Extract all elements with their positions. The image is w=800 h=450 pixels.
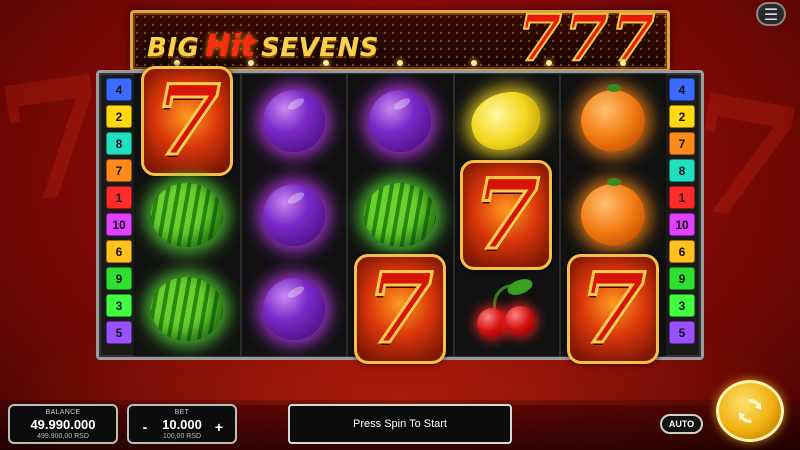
title-hit: Hit (205, 29, 256, 64)
payline-marker-right-4: 4 (669, 78, 695, 101)
payline-marker-left-6: 6 (106, 240, 132, 263)
spin-arrows-icon (738, 399, 762, 423)
status-message: Press Spin To Start (353, 418, 447, 430)
balance-panel: BALANCE 49.990.000 499.900,00 RSD (8, 404, 118, 444)
payline-marker-left-8: 8 (106, 132, 132, 155)
balance-value: 49.990.000 (30, 417, 96, 432)
menu-button[interactable]: ☰ (756, 2, 786, 26)
orange-symbol (580, 178, 645, 246)
reel-cell (560, 74, 666, 168)
lemon-symbol (465, 84, 548, 158)
title-sevens: SEVENS (261, 33, 379, 63)
melon-symbol (151, 183, 224, 247)
reel-cell (560, 168, 666, 262)
title-big: BIG (147, 33, 200, 63)
bet-increase-button[interactable]: + (211, 419, 227, 435)
payline-marker-right-9: 9 (669, 267, 695, 290)
payline-marker-left-4: 4 (106, 78, 132, 101)
reel-cell (134, 168, 240, 262)
hamburger-menu-icon: ☰ (763, 4, 779, 24)
reel-cell: 7 (134, 66, 240, 176)
reel-cell (134, 262, 240, 356)
payline-marker-left-3: 3 (106, 294, 132, 317)
spin-button[interactable] (716, 380, 784, 442)
melon-symbol (363, 183, 436, 247)
reel-cell (347, 74, 453, 168)
payline-marker-left-10: 10 (106, 213, 132, 236)
reel-cell (240, 262, 346, 356)
bet-decrease-button[interactable]: - (137, 419, 153, 435)
payline-marker-right-1: 1 (669, 186, 695, 209)
payline-markers-right: 4 2 7 8 1 10 6 9 3 5 (669, 78, 695, 344)
plum-symbol (368, 90, 431, 152)
payline-marker-right-3: 3 (669, 294, 695, 317)
seven-symbol: 7 (566, 254, 659, 364)
payline-marker-left-9: 9 (106, 267, 132, 290)
autoplay-button[interactable]: AUTO (660, 414, 703, 434)
payline-marker-right-7: 7 (669, 132, 695, 155)
orange-symbol (580, 84, 645, 152)
reel-cell (347, 168, 453, 262)
payline-marker-left-1: 1 (106, 186, 132, 209)
payline-marker-left-2: 2 (106, 105, 132, 128)
melon-symbol (151, 277, 224, 341)
reel-cell (453, 74, 559, 168)
seven-symbol: 7 (141, 66, 234, 176)
reel-cell: 7 (347, 254, 453, 364)
payline-marker-right-6: 6 (669, 240, 695, 263)
seven-symbol: 7 (460, 160, 553, 270)
cherry-symbol (471, 275, 541, 342)
payline-marker-right-2: 2 (669, 105, 695, 128)
payline-marker-left-5: 5 (106, 321, 132, 344)
game-title: BIG Hit SEVENS (147, 29, 379, 64)
payline-marker-left-7: 7 (106, 159, 132, 182)
balance-currency: 499.900,00 RSD (37, 433, 89, 440)
reel-cell (240, 168, 346, 262)
message-panel: Press Spin To Start (288, 404, 512, 444)
plum-symbol (262, 90, 325, 152)
plum-symbol (262, 278, 325, 340)
reel-cell: 7 (453, 160, 559, 270)
balance-label: BALANCE (45, 409, 81, 416)
payline-markers-left: 4 2 8 7 1 10 6 9 3 5 (106, 78, 132, 344)
payline-marker-right-10: 10 (669, 213, 695, 236)
bet-panel: - BET 10.000 100,00 RSD + (127, 404, 237, 444)
reel-grid: 7777 (134, 66, 666, 364)
bet-label: BET (174, 409, 190, 416)
payline-marker-right-5: 5 (669, 321, 695, 344)
seven-symbol: 7 (353, 254, 446, 364)
reel-cell (453, 262, 559, 356)
plum-symbol (262, 184, 325, 246)
payline-marker-right-8: 8 (669, 159, 695, 182)
reel-cell (240, 74, 346, 168)
reel-cell: 7 (560, 254, 666, 364)
